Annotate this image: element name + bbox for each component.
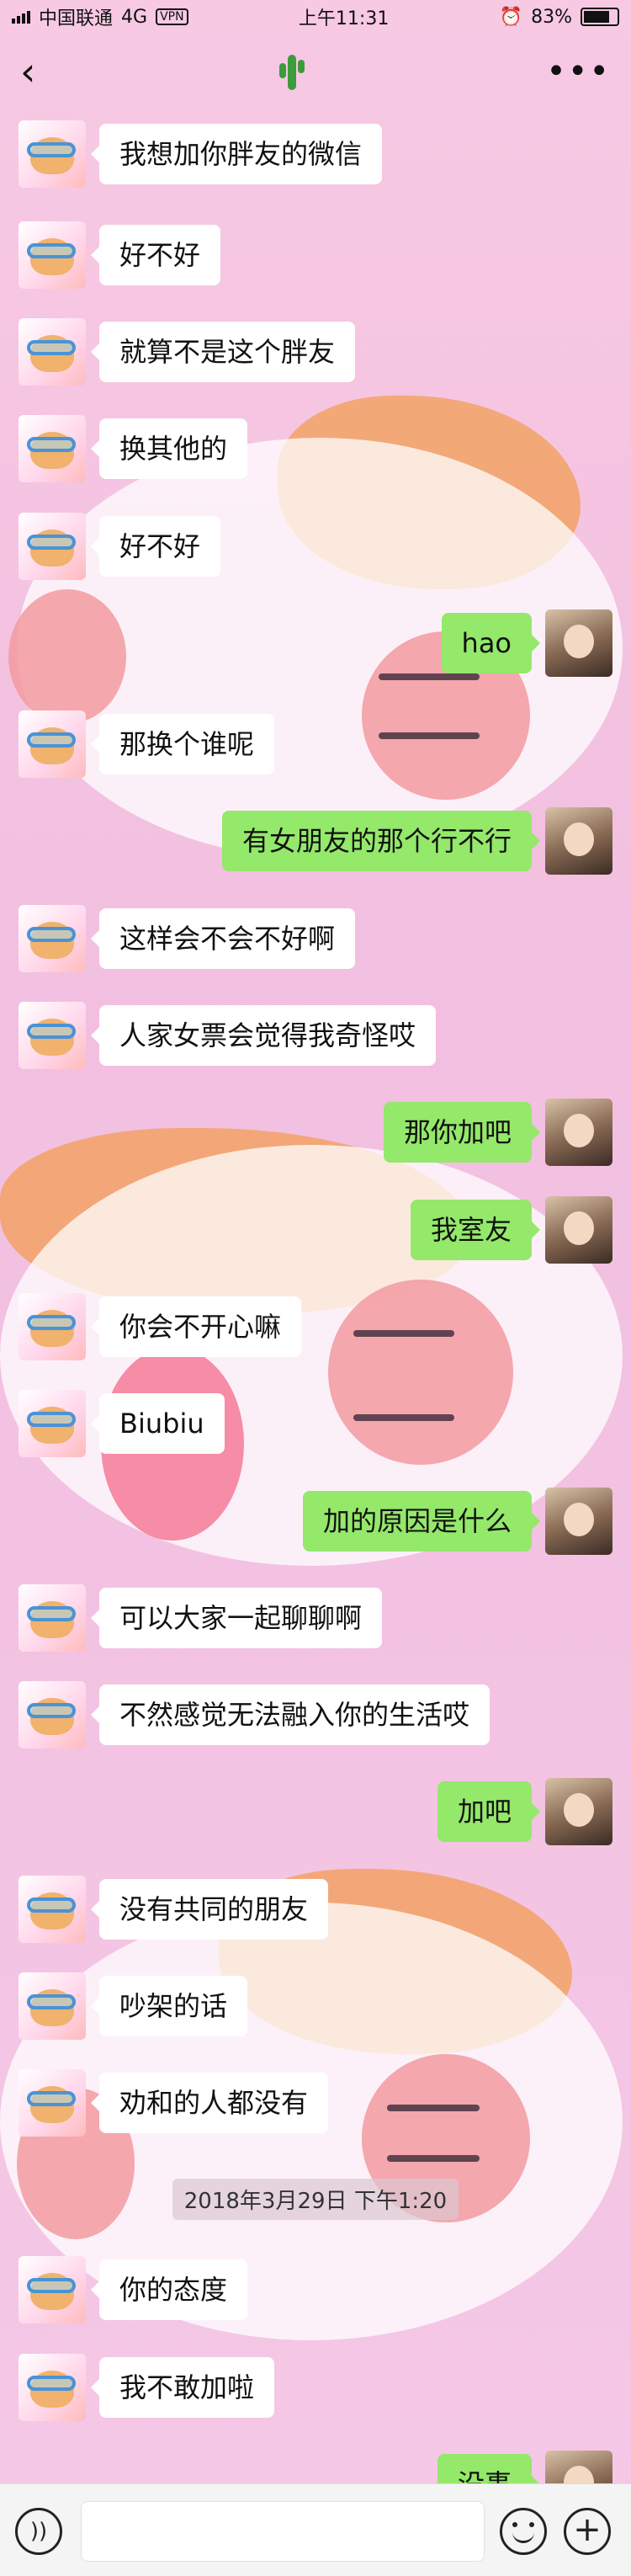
my-avatar[interactable] [545,1778,612,1845]
message-row: 可以大家一起聊聊啊 [0,1584,631,1658]
received-message-bubble[interactable]: 吵架的话 [90,1976,248,2036]
status-bar: 中国联通 4G VPN 上午11:31 ⏰ 83% [0,0,631,34]
voice-icon[interactable]: )) [15,2508,62,2555]
signal-icon [12,10,30,24]
my-avatar[interactable] [545,807,612,875]
battery-label: 83% [531,6,572,28]
message-row: 吵架的话 [0,1972,631,2046]
contact-avatar[interactable] [19,120,86,188]
message-row: Biubiu [0,1390,631,1464]
received-message-bubble[interactable]: 那换个谁呢 [90,714,275,774]
sent-message-bubble[interactable]: 加吧 [437,1781,541,1842]
sent-message-bubble[interactable]: 我室友 [410,1200,541,1260]
received-message-bubble[interactable]: 换其他的 [90,418,248,479]
contact-avatar[interactable] [19,2256,86,2323]
vpn-badge: VPN [156,8,188,25]
chevron-left-icon[interactable]: ‹ [20,49,35,94]
sent-message-bubble[interactable]: 有女朋友的那个行不行 [221,811,541,871]
received-message-bubble[interactable]: 没有共同的朋友 [90,1879,329,1940]
contact-avatar[interactable] [19,1681,86,1748]
input-bar: )) + [0,2483,631,2576]
received-message-bubble[interactable]: 人家女票会觉得我奇怪哎 [90,1005,437,1066]
message-row: 有女朋友的那个行不行 [0,807,631,881]
battery-icon [581,8,619,26]
my-avatar[interactable] [545,609,612,677]
more-icon[interactable]: ••• [546,52,611,91]
network-label: 4G [121,6,148,28]
received-message-bubble[interactable]: 就算不是这个胖友 [90,322,356,382]
message-row: 你的态度 [0,2256,631,2330]
contact-avatar[interactable] [19,513,86,580]
contact-avatar[interactable] [19,1293,86,1360]
message-row: 那换个谁呢 [0,711,631,785]
contact-avatar[interactable] [19,1002,86,1069]
contact-avatar[interactable] [19,905,86,972]
received-message-bubble[interactable]: 可以大家一起聊聊啊 [90,1588,383,1648]
message-row: 换其他的 [0,415,631,489]
alarm-icon: ⏰ [499,6,523,28]
message-row: 这样会不会不好啊 [0,905,631,979]
received-message-bubble[interactable]: 这样会不会不好啊 [90,908,356,969]
contact-avatar[interactable] [19,415,86,482]
received-message-bubble[interactable]: 你会不开心嘛 [90,1296,302,1357]
message-row: 好不好 [0,513,631,587]
message-row: 那你加吧 [0,1099,631,1173]
my-avatar[interactable] [545,1099,612,1166]
received-message-bubble[interactable]: Biubiu [91,1393,225,1454]
message-row: 加吧 [0,1778,631,1852]
message-row: 我不敢加啦 [0,2354,631,2428]
contact-avatar[interactable] [19,1390,86,1457]
cactus-icon [274,51,308,92]
sent-message-bubble[interactable]: hao [441,613,541,673]
my-avatar[interactable] [545,1196,612,1264]
received-message-bubble[interactable]: 我不敢加啦 [90,2357,275,2418]
contact-avatar[interactable] [19,1972,86,2040]
contact-avatar[interactable] [19,318,86,386]
message-row: 我想加你胖友的微信 [0,120,631,194]
received-message-bubble[interactable]: 好不好 [90,225,221,285]
contact-avatar[interactable] [19,2069,86,2137]
contact-avatar[interactable] [19,711,86,778]
sent-message-bubble[interactable]: 加的原因是什么 [302,1491,541,1551]
plus-icon[interactable]: + [564,2508,611,2555]
bg-cat-eye [387,2155,480,2162]
received-message-bubble[interactable]: 好不好 [90,516,221,577]
chat-header: ‹ ••• [0,34,631,109]
carrier-label: 中国联通 [39,8,114,29]
clock: 上午11:31 [298,8,390,29]
received-message-bubble[interactable]: 劝和的人都没有 [90,2073,329,2133]
contact-avatar[interactable] [19,221,86,289]
message-row: 好不好 [0,221,631,295]
message-row: 人家女票会觉得我奇怪哎 [0,1002,631,1076]
message-row: 加的原因是什么 [0,1488,631,1562]
message-input[interactable] [81,2501,485,2562]
contact-avatar[interactable] [19,1584,86,1652]
message-row: hao [0,609,631,684]
my-avatar[interactable] [545,1488,612,1555]
message-row: 不然感觉无法融入你的生活哎 [0,1681,631,1755]
received-message-bubble[interactable]: 你的态度 [90,2259,248,2320]
received-message-bubble[interactable]: 不然感觉无法融入你的生活哎 [90,1685,490,1745]
emoji-icon[interactable] [500,2508,547,2555]
message-row: 你会不开心嘛 [0,1293,631,1367]
received-message-bubble[interactable]: 我想加你胖友的微信 [90,124,383,184]
message-row: 就算不是这个胖友 [0,318,631,392]
message-row: 我室友 [0,1196,631,1270]
message-row: 劝和的人都没有 [0,2069,631,2143]
message-timestamp: 2018年3月29日 下午1:20 [0,2179,631,2220]
contact-avatar[interactable] [19,2354,86,2421]
contact-avatar[interactable] [19,1876,86,1943]
sent-message-bubble[interactable]: 那你加吧 [383,1102,541,1163]
message-row: 没有共同的朋友 [0,1876,631,1950]
